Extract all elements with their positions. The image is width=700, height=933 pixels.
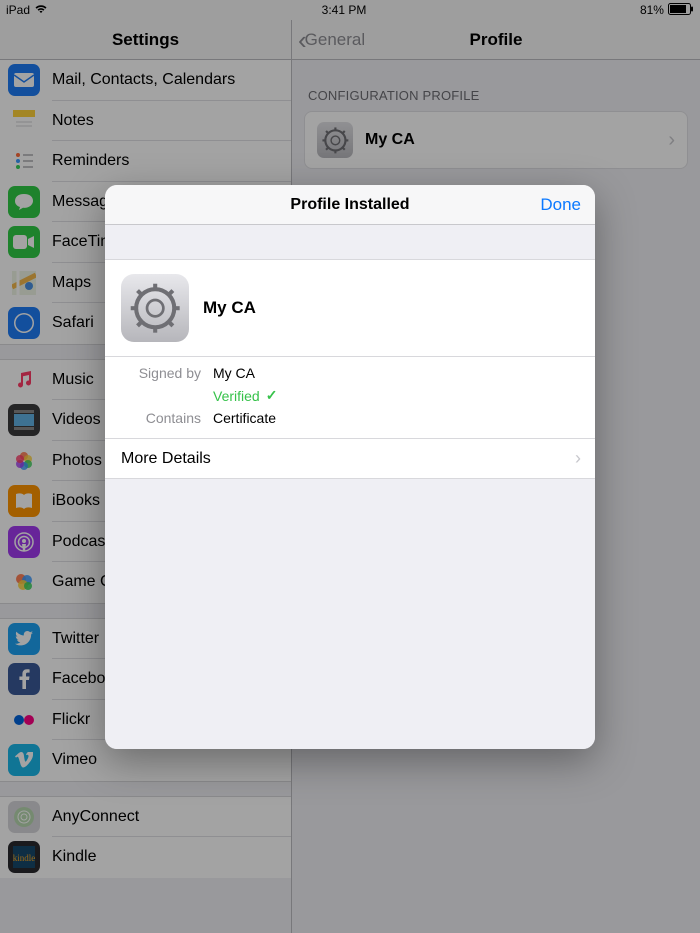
- modal-profile-name: My CA: [203, 298, 256, 318]
- more-details-label: More Details: [121, 450, 211, 468]
- verified-label: Verified: [213, 388, 260, 404]
- chevron-right-icon: ›: [575, 448, 581, 469]
- profile-installed-modal: Profile Installed Done My CA Signed by M…: [105, 185, 595, 749]
- signed-by-label: Signed by: [121, 365, 201, 381]
- modal-title: Profile Installed: [290, 196, 409, 214]
- more-details-row[interactable]: More Details ›: [105, 439, 595, 479]
- contains-value: Certificate: [213, 410, 579, 426]
- verified-badge: Verified: [213, 387, 579, 404]
- check-icon: [266, 387, 278, 404]
- contains-label: Contains: [121, 410, 201, 426]
- gear-icon: [121, 274, 189, 342]
- modal-profile-row: My CA: [105, 259, 595, 357]
- signed-by-value: My CA: [213, 365, 579, 381]
- done-button[interactable]: Done: [540, 195, 581, 215]
